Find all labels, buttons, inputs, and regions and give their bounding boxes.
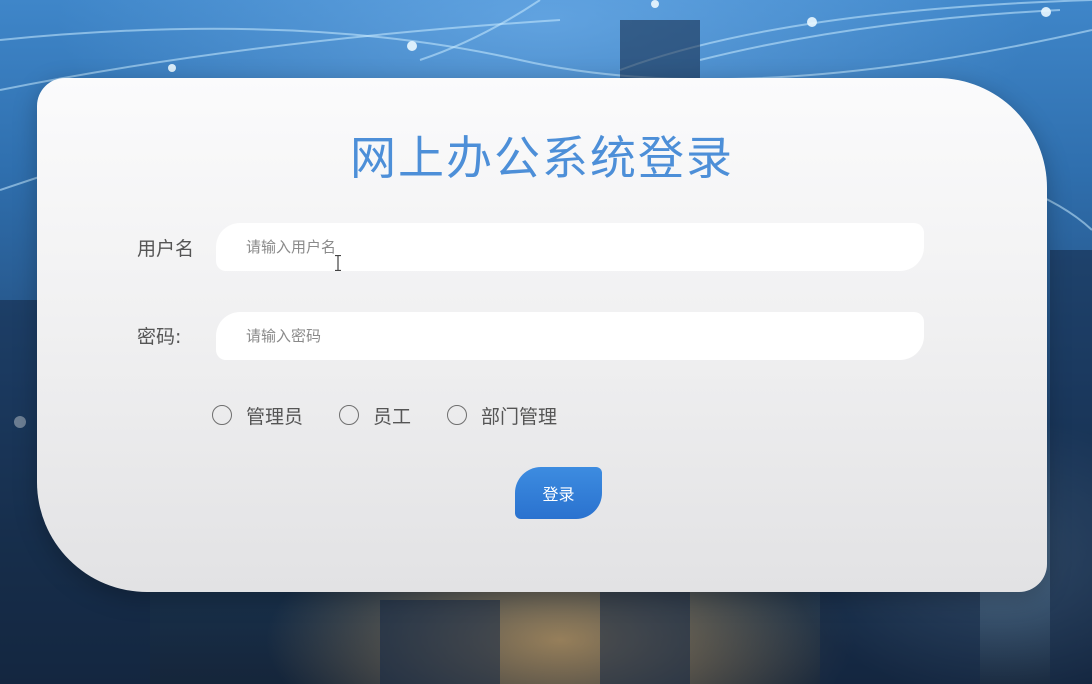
role-label-employee: 员工	[373, 405, 412, 428]
radio-button-icon[interactable]	[339, 405, 360, 425]
role-option-admin[interactable]: 管理员	[212, 402, 303, 429]
role-label-admin: 管理员	[246, 405, 304, 428]
role-option-employee[interactable]: 员工	[339, 402, 411, 429]
role-option-dept-manager[interactable]: 部门管理	[447, 402, 557, 429]
page-title: 网上办公系统登录	[350, 131, 734, 185]
username-input[interactable]	[216, 223, 924, 271]
role-label-dept-manager: 部门管理	[481, 405, 558, 428]
username-label: 用户名	[137, 238, 195, 260]
radio-button-icon[interactable]	[447, 405, 468, 425]
text-cursor-icon	[335, 255, 341, 271]
role-radio-group: 管理员 员工 部门管理	[212, 400, 593, 430]
password-input[interactable]	[216, 312, 924, 360]
radio-button-icon[interactable]	[212, 405, 232, 425]
login-card: 网上办公系统登录 用户名 密码: 管理员 员工 部门管理 登录	[37, 78, 1047, 592]
password-label: 密码:	[137, 326, 182, 348]
login-button[interactable]: 登录	[515, 467, 602, 519]
